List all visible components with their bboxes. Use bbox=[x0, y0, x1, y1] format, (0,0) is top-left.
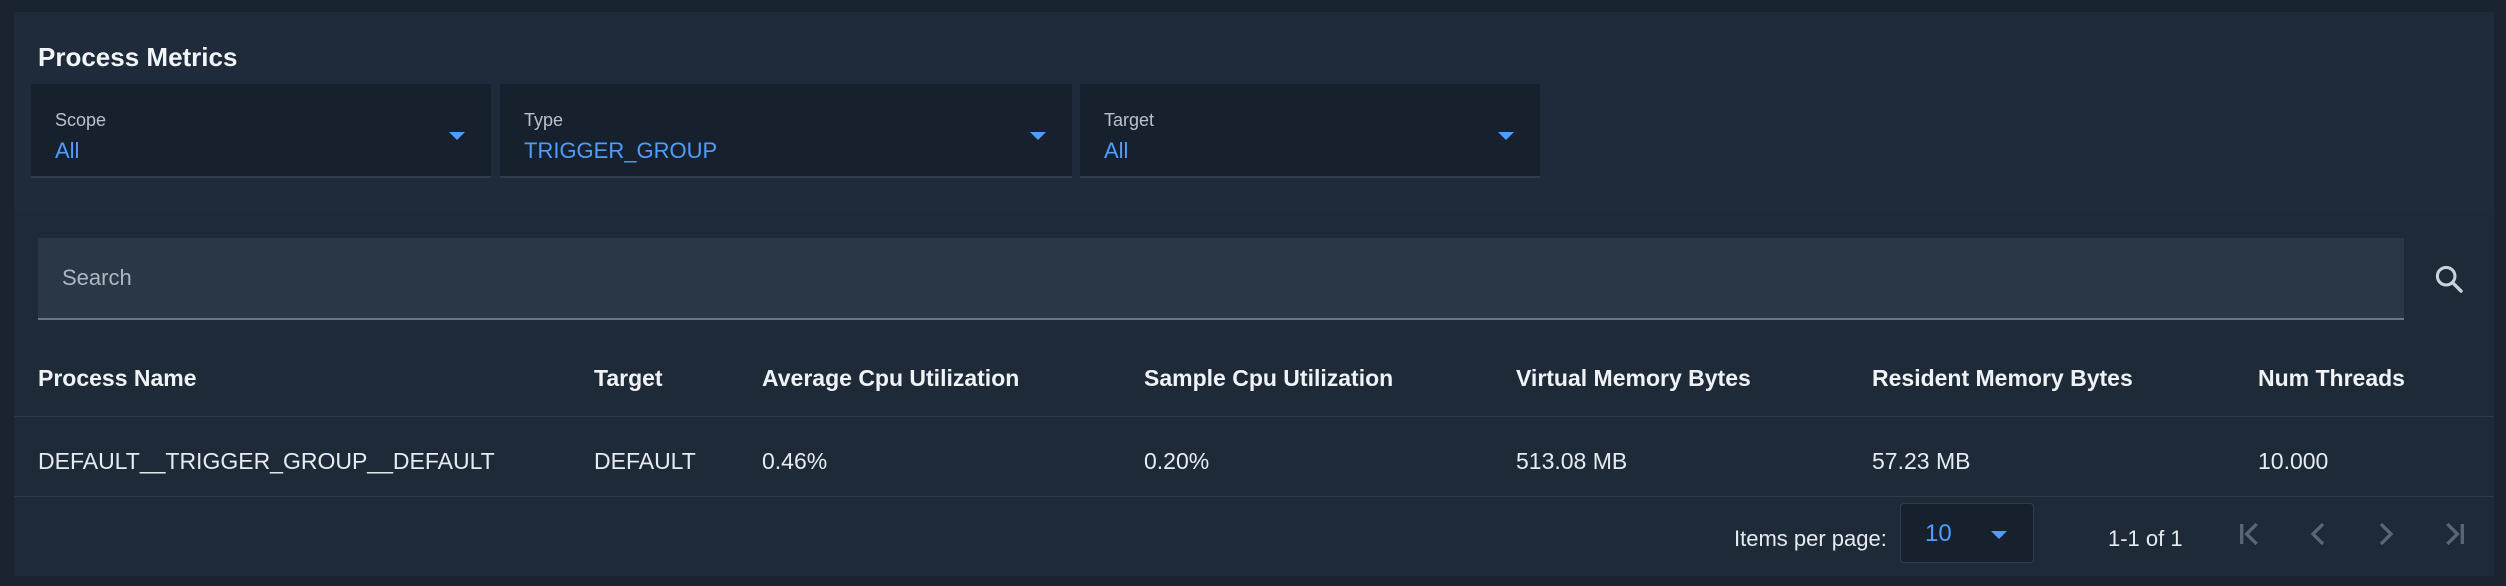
last-page-button[interactable] bbox=[2434, 514, 2474, 554]
cell-virtual-memory: 513.08 MB bbox=[1516, 448, 1628, 474]
type-value: TRIGGER_GROUP bbox=[524, 138, 718, 163]
chevron-down-icon bbox=[1030, 132, 1046, 140]
column-header-resident-memory[interactable]: Resident Memory Bytes bbox=[1872, 365, 2133, 392]
cell-sample-cpu: 0.20% bbox=[1144, 448, 1210, 474]
items-per-page-value: 10 bbox=[1925, 520, 1952, 547]
page-range-label: 1-1 of 1 bbox=[2108, 526, 2183, 551]
chevron-down-icon bbox=[1991, 531, 2007, 539]
column-header-num-threads[interactable]: Num Threads bbox=[2258, 365, 2405, 392]
type-label: Type bbox=[524, 110, 564, 130]
header-divider bbox=[14, 416, 2494, 417]
metrics-table: Process Name Target Average Cpu Utilizat… bbox=[14, 212, 2494, 576]
items-per-page-label: Items per page: bbox=[1734, 526, 1887, 551]
first-page-icon bbox=[2240, 522, 2258, 546]
row-divider bbox=[14, 496, 2494, 497]
previous-page-button[interactable] bbox=[2298, 514, 2338, 554]
cell-target: DEFAULT bbox=[594, 448, 696, 474]
column-header-target[interactable]: Target bbox=[594, 365, 663, 392]
target-dropdown[interactable]: Target All bbox=[1080, 84, 1540, 178]
chevron-down-icon bbox=[449, 132, 465, 140]
cell-resident-memory: 57.23 MB bbox=[1872, 448, 1971, 474]
process-metrics-card: Process Metrics Scope All Type TRIGGER_G… bbox=[14, 12, 2494, 576]
card-header: Process Metrics Scope All Type TRIGGER_G… bbox=[14, 12, 2494, 212]
scope-dropdown[interactable]: Scope All bbox=[31, 84, 491, 178]
previous-page-icon bbox=[2310, 522, 2325, 546]
last-page-icon bbox=[2446, 522, 2464, 546]
type-dropdown[interactable]: Type TRIGGER_GROUP bbox=[500, 84, 1072, 178]
next-page-icon bbox=[2379, 522, 2394, 546]
cell-num-threads: 10.000 bbox=[2258, 448, 2329, 474]
chevron-down-icon bbox=[1498, 132, 1514, 140]
scope-value: All bbox=[55, 138, 80, 163]
target-label: Target bbox=[1104, 110, 1155, 130]
column-header-process-name[interactable]: Process Name bbox=[38, 365, 197, 392]
next-page-button[interactable] bbox=[2366, 514, 2406, 554]
first-page-button[interactable] bbox=[2230, 514, 2270, 554]
search-field[interactable] bbox=[38, 238, 2404, 320]
scope-label: Scope bbox=[55, 110, 107, 130]
search-icon[interactable] bbox=[2432, 262, 2466, 296]
target-value: All bbox=[1104, 138, 1129, 163]
column-header-sample-cpu[interactable]: Sample Cpu Utilization bbox=[1144, 365, 1393, 392]
items-per-page-select[interactable]: 10 bbox=[1900, 503, 2034, 563]
page-title: Process Metrics bbox=[38, 42, 238, 72]
cell-process-name: DEFAULT__TRIGGER_GROUP__DEFAULT bbox=[38, 448, 495, 474]
search-input[interactable] bbox=[38, 238, 2404, 318]
cell-average-cpu: 0.46% bbox=[762, 448, 828, 474]
column-header-average-cpu[interactable]: Average Cpu Utilization bbox=[762, 365, 1019, 392]
column-header-virtual-memory[interactable]: Virtual Memory Bytes bbox=[1516, 365, 1751, 392]
